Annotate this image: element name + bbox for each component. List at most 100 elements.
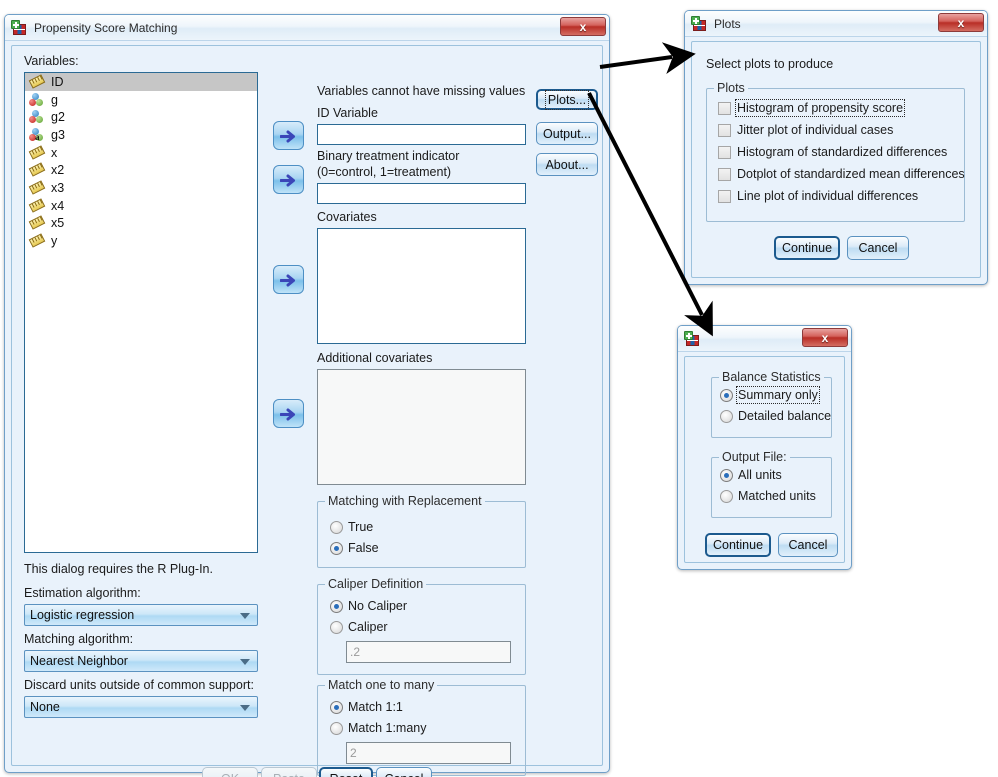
radio-match-1-many-label: Match 1:many [348, 721, 427, 735]
radio-icon [330, 620, 343, 634]
treatment-label-line2: (0=control, 1=treatment) [317, 165, 452, 179]
radio-summary-only-label: Summary only [736, 386, 820, 404]
radio-icon [720, 409, 733, 423]
nominal-icon [29, 92, 46, 107]
match-many-value-field[interactable] [346, 742, 511, 764]
chevron-down-icon [240, 613, 250, 619]
close-icon[interactable]: x [938, 13, 984, 32]
cancel-button-label: Cancel [385, 772, 424, 777]
matching-algorithm-select[interactable]: Nearest Neighbor [24, 650, 258, 672]
covariates-list[interactable] [317, 228, 526, 344]
additional-covariates-label: Additional covariates [317, 351, 433, 365]
cancel-button[interactable]: Cancel [376, 767, 432, 777]
variable-name: g [51, 92, 58, 107]
radio-match-1-1-label: Match 1:1 [348, 700, 403, 714]
arrow-right-icon [280, 274, 295, 287]
radio-icon [330, 700, 343, 714]
treatment-input[interactable] [318, 184, 525, 203]
main-dialog-body: Variables: ID g g2 a g3 x x2 x3 x4 x5 y This dialo… [11, 45, 603, 777]
matching-algorithm-value: Nearest Neighbor [30, 654, 128, 668]
variable-list-item[interactable]: ID [25, 73, 257, 91]
variable-name: g2 [51, 110, 65, 125]
variable-list-item[interactable]: g2 [25, 108, 257, 126]
transfer-treatment-button[interactable] [273, 165, 304, 194]
radio-all-units[interactable]: All units [720, 468, 782, 482]
plots-dialog-title: Plots [714, 16, 741, 31]
discard-units-value: None [30, 700, 60, 714]
variable-list-item[interactable]: x2 [25, 161, 257, 179]
radio-match-1-1[interactable]: Match 1:1 [330, 700, 403, 714]
plots-button-label: Plots... [544, 89, 590, 110]
variable-list-item[interactable]: x [25, 144, 257, 162]
additional-covariates-list[interactable] [317, 369, 526, 485]
radio-summary-only[interactable]: Summary only [720, 386, 820, 404]
radio-icon [330, 721, 343, 735]
variables-list[interactable]: ID g g2 a g3 x x2 x3 x4 x5 y [24, 72, 258, 553]
plots-continue-button[interactable]: Continue [774, 236, 840, 260]
radio-detailed-balance-label: Detailed balance [738, 409, 832, 423]
output-file-group: Output File: All units Matched units [711, 450, 832, 518]
variable-list-item[interactable]: x4 [25, 197, 257, 215]
transfer-covariates-button[interactable] [273, 265, 304, 294]
reset-mnemonic: R [330, 772, 339, 777]
variable-name: x5 [51, 216, 65, 231]
match-many-value-input[interactable] [347, 743, 510, 763]
radio-matched-units[interactable]: Matched units [720, 489, 816, 503]
plots-dialog-titlebar: Plots x [685, 11, 987, 37]
plots-checkbox[interactable]: Line plot of individual differences [718, 189, 965, 203]
chevron-down-icon [240, 659, 250, 665]
plots-dialog-body: Select plots to produce Plots Histogram … [691, 41, 981, 278]
plots-group-title: Plots [714, 81, 748, 95]
matching-with-replacement-group: Matching with Replacement True False [317, 494, 526, 568]
reset-button[interactable]: Reset [319, 767, 373, 777]
arrow-right-icon [280, 130, 295, 143]
output-dialog: x Balance Statistics Summary only Detail… [677, 325, 852, 570]
output-cancel-button[interactable]: Cancel [778, 533, 838, 557]
radio-no-caliper-label: No Caliper [348, 599, 408, 613]
radio-replacement-false[interactable]: False [330, 541, 379, 555]
checkbox-icon [718, 123, 731, 137]
variable-list-item[interactable]: y [25, 232, 257, 250]
caliper-value-field[interactable] [346, 641, 511, 663]
plots-cancel-button[interactable]: Cancel [847, 236, 909, 260]
estimation-algorithm-select[interactable]: Logistic regression [24, 604, 258, 626]
plots-checkbox-label: Jitter plot of individual cases [737, 123, 894, 137]
variable-list-item[interactable]: a g3 [25, 126, 257, 144]
output-button[interactable]: Output... [536, 122, 598, 145]
ok-button[interactable]: OK [202, 767, 258, 777]
treatment-field[interactable] [317, 183, 526, 204]
output-continue-button[interactable]: Continue [705, 533, 771, 557]
radio-no-caliper[interactable]: No Caliper [330, 599, 407, 613]
plots-checkbox[interactable]: Jitter plot of individual cases [718, 123, 965, 137]
close-icon[interactable]: x [560, 17, 606, 36]
plots-checkbox[interactable]: Dotplot of standardized mean differences [718, 167, 965, 181]
variable-list-item[interactable]: x3 [25, 179, 257, 197]
discard-units-select[interactable]: None [24, 696, 258, 718]
nominal-string-icon: a [29, 127, 46, 142]
variable-list-item[interactable]: g [25, 91, 257, 109]
radio-icon [720, 388, 733, 402]
radio-caliper[interactable]: Caliper [330, 620, 388, 634]
id-variable-field[interactable] [317, 124, 526, 145]
radio-match-1-many[interactable]: Match 1:many [330, 721, 427, 735]
arrow-right-icon [280, 174, 295, 187]
caliper-value-input[interactable] [347, 642, 510, 662]
transfer-additional-covariates-button[interactable] [273, 399, 304, 428]
about-button[interactable]: About... [536, 153, 598, 176]
radio-matched-units-label: Matched units [738, 489, 816, 503]
about-button-label: About... [545, 157, 589, 172]
paste-button[interactable]: Paste [261, 767, 317, 777]
spss-logo-icon [684, 330, 701, 347]
plots-instruction: Select plots to produce [706, 57, 834, 71]
transfer-id-variable-button[interactable] [273, 121, 304, 150]
plots-button[interactable]: Plots... [536, 89, 598, 110]
id-variable-input[interactable] [318, 125, 525, 144]
radio-detailed-balance[interactable]: Detailed balance [720, 409, 831, 423]
plots-checkbox[interactable]: Histogram of standardized differences [718, 145, 965, 159]
radio-replacement-true[interactable]: True [330, 520, 373, 534]
radio-icon [330, 520, 343, 534]
close-icon[interactable]: x [802, 328, 848, 347]
variable-list-item[interactable]: x5 [25, 215, 257, 233]
scale-ruler-icon [28, 233, 46, 248]
plots-checkbox[interactable]: Histogram of propensity score [718, 99, 965, 117]
